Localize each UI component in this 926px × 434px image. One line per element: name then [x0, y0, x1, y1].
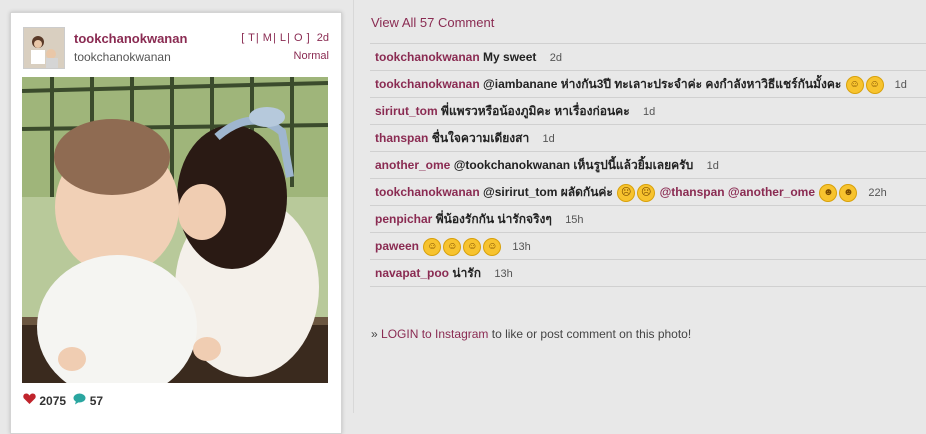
- emoji-grin-icon: ☻: [819, 183, 838, 202]
- comment-time: 1d: [894, 79, 907, 91]
- comment-text: ชื่นใจความเดียงสา: [431, 131, 530, 145]
- comment-text: @tookchanokwanan เห็นรูปนี้แล้วยิ้มเลยคร…: [453, 158, 694, 172]
- comment-time: 1d: [706, 160, 719, 172]
- view-all-comments-link[interactable]: View All 57 Comment: [371, 15, 494, 30]
- comment-text: น่ารัก: [452, 266, 482, 280]
- login-text: to like or post comment on this photo!: [488, 327, 692, 341]
- comment-time: 22h: [868, 187, 887, 199]
- comment-time: 1d: [542, 133, 555, 145]
- emoji-frown-icon: ☹: [637, 183, 656, 202]
- link-l[interactable]: L: [280, 32, 286, 44]
- comment-author[interactable]: thanspan: [375, 131, 428, 145]
- emoji-grin-icon: ☻: [839, 183, 858, 202]
- link-m[interactable]: M: [263, 32, 272, 44]
- comment-row: tookchanokwanan My sweet 2d: [370, 43, 926, 70]
- comment-author[interactable]: paween: [375, 239, 419, 253]
- comment-count: 57: [89, 393, 104, 408]
- comment-row: sirirut_tom พี่แพรวหรือน้องภูมิคะ หาเรื่…: [370, 97, 926, 124]
- comment-time: 1d: [642, 106, 656, 118]
- emoji-smile-icon: ☺: [443, 237, 462, 256]
- login-prefix: »: [371, 327, 378, 341]
- emoji-smile-icon: ☺: [423, 237, 442, 256]
- comment-text: @iambanane ห่างกัน3ปี ทะเลาะประจำค่ะ คงก…: [483, 77, 842, 91]
- link-t[interactable]: T: [248, 32, 255, 44]
- avatar[interactable]: [23, 27, 65, 69]
- like-count: 2075: [39, 393, 67, 408]
- comment-row: another_ome @tookchanokwanan เห็นรูปนี้แ…: [370, 151, 926, 178]
- comment-time: 13h: [494, 268, 513, 280]
- emoji-smile-icon: ☺: [463, 237, 482, 256]
- comments-list: tookchanokwanan My sweet 2d tookchanokwan…: [370, 43, 926, 287]
- emoji-frown-icon: ☹: [617, 183, 636, 202]
- login-link[interactable]: LOGIN to Instagram: [381, 327, 488, 341]
- comment-author[interactable]: tookchanokwanan: [375, 50, 480, 64]
- comment-author[interactable]: sirirut_tom: [375, 104, 438, 118]
- emoji-smile-icon: ☺: [483, 237, 502, 256]
- post-fullname: tookchanokwanan: [74, 50, 171, 64]
- comment-row: tookchanokwanan @iambanane ห่างกัน3ปี ทะ…: [370, 70, 926, 97]
- comment-author[interactable]: navapat_poo: [375, 266, 449, 280]
- comment-row: navapat_poo น่ารัก 13h: [370, 259, 926, 287]
- panel-divider: [353, 0, 354, 413]
- comment-text: พี่แพรวหรือน้องภูมิคะ หาเรื่องก่อนคะ: [441, 104, 630, 118]
- post-stats: 2075 57: [23, 393, 103, 408]
- comment-text: @sirirut_tom ผลัดกันค่ะ: [483, 185, 613, 199]
- speech-bubble-icon[interactable]: [73, 393, 89, 408]
- post-time: 2d: [316, 32, 329, 44]
- post-username[interactable]: tookchanokwanan: [74, 31, 187, 46]
- comment-author[interactable]: tookchanokwanan: [375, 185, 480, 199]
- emoji-smile-icon: ☺: [845, 75, 864, 94]
- comment-time: 15h: [565, 214, 584, 226]
- comment-time: 2d: [549, 52, 562, 64]
- comment-text: พี่น้องรักกัน น่ารักจริงๆ: [435, 212, 552, 226]
- heart-icon[interactable]: [23, 393, 39, 408]
- comment-row: tookchanokwanan @sirirut_tom ผลัดกันค่ะ …: [370, 178, 926, 205]
- comment-row: penpichar พี่น้องรักกัน น่ารักจริงๆ 15h: [370, 205, 926, 232]
- comment-author[interactable]: another_ome: [375, 158, 450, 172]
- login-prompt: » LOGIN to Instagram to like or post com…: [371, 327, 691, 341]
- comment-time: 13h: [512, 241, 531, 253]
- comment-text: My sweet: [483, 50, 537, 64]
- emoji-smile-icon: ☺: [865, 75, 884, 94]
- link-o[interactable]: O: [294, 32, 303, 44]
- comment-mentions[interactable]: @thanspan @another_ome: [660, 185, 815, 199]
- photo-card: tookchanokwanan tookchanokwanan [ T| M| …: [10, 12, 342, 434]
- post-links: [ T| M| L| O ] 2d: [241, 32, 329, 44]
- comment-author[interactable]: penpichar: [375, 212, 432, 226]
- filter-label: Normal: [293, 50, 329, 62]
- comment-author[interactable]: tookchanokwanan: [375, 77, 480, 91]
- post-photo[interactable]: [22, 77, 328, 383]
- comment-row: thanspan ชื่นใจความเดียงสา 1d: [370, 124, 926, 151]
- comment-row: paween ☺ ☺ ☺ ☺ 13h: [370, 232, 926, 259]
